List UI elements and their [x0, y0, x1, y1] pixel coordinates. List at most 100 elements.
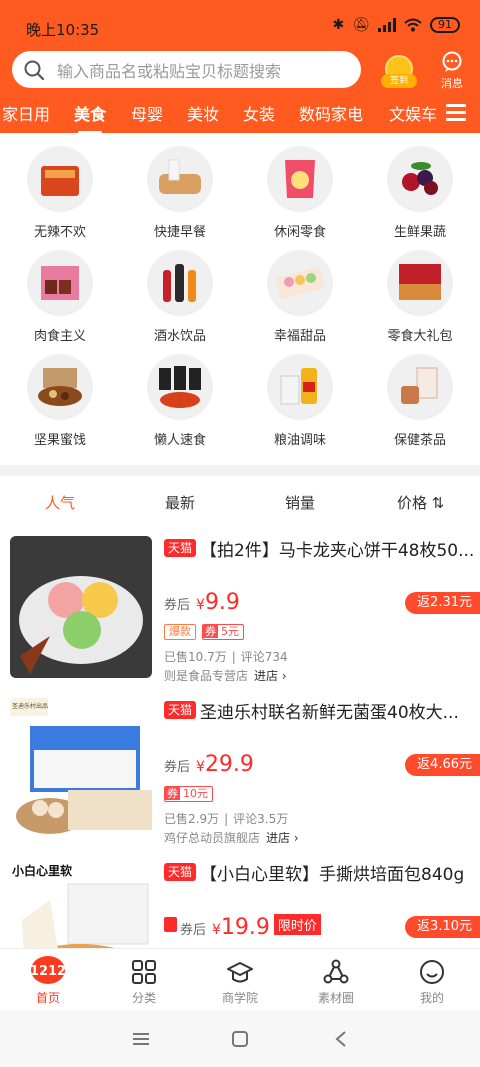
tmall-badge: 天猫 — [164, 539, 197, 557]
svg-text:1212: 1212 — [30, 964, 66, 979]
back-icon[interactable] — [335, 1031, 347, 1047]
app-header: 晚上10:35 ✱ 🔕︎ 91 输入商品名或粘贴宝贝标题搜索 签到 消息 家日用… — [0, 0, 480, 134]
product-title: 【拍2件】马卡龙夹心饼干48枚50... — [200, 541, 475, 561]
coupon-tag-label: 券 — [203, 625, 218, 638]
status-icons: ✱ 🔕︎ 91 — [332, 17, 460, 33]
enter-shop-link[interactable]: 进店 › — [254, 669, 287, 683]
shop-name: 则是食品专营店 — [164, 669, 249, 683]
tab-baby[interactable]: 母婴 — [131, 101, 163, 125]
nav-label: 商学院 — [221, 991, 258, 1005]
bottom-nav: 1212 首页 分类 商学院 素材圈 我的 — [0, 948, 480, 1010]
tab-womens[interactable]: 女装 — [243, 101, 275, 125]
shop-row: 鸡仔总动员旗舰店 进店 › — [164, 829, 299, 846]
category-gift-pack[interactable]: 零食大礼包 — [360, 250, 480, 344]
tab-label: 美妆 — [187, 105, 220, 124]
smiley-icon — [384, 949, 480, 985]
nuts-icon — [27, 354, 93, 420]
nav-home[interactable]: 1212 首页 — [0, 949, 96, 1006]
tab-label: 母婴 — [131, 105, 164, 124]
price-row: 券后 ¥19.9 限时价 — [180, 914, 321, 940]
category-meat[interactable]: 肉食主义 — [0, 250, 120, 344]
product-stats: 已售2.9万 | 评论3.5万 — [164, 812, 289, 826]
category-label: 懒人速食 — [153, 433, 206, 448]
sort-price[interactable]: 价格 ⇅ — [397, 492, 444, 513]
coupon-tag[interactable]: 券 5元 — [202, 624, 244, 640]
rice-oil-icon — [267, 354, 333, 420]
category-spicy[interactable]: 无辣不欢 — [0, 146, 120, 240]
tab-label: 美食 — [74, 105, 107, 124]
nav-profile[interactable]: 我的 — [384, 949, 480, 1006]
category-tabs: 家日用 美食 母婴 美妆 女装 数码家电 文娱车 — [0, 96, 480, 134]
search-input[interactable]: 输入商品名或粘贴宝贝标题搜索 — [12, 51, 361, 88]
signin-button[interactable]: 签到 — [381, 55, 417, 91]
graduation-cap-icon — [192, 949, 288, 985]
nav-label: 分类 — [131, 991, 156, 1005]
category-drinks[interactable]: 酒水饮品 — [120, 250, 240, 344]
brand-logo-text: 圣迪乐村出品 — [12, 703, 49, 710]
tab-digital[interactable]: 数码家电 — [299, 101, 363, 125]
instant-food-icon — [147, 354, 213, 420]
nav-label: 首页 — [35, 991, 60, 1005]
home-1212-icon: 1212 — [0, 949, 96, 985]
category-label: 粮油调味 — [273, 433, 326, 448]
coupon-value: 10元 — [183, 787, 208, 800]
category-nuts[interactable]: 坚果蜜饯 — [0, 354, 120, 448]
wifi-icon — [404, 18, 422, 32]
coupon-after-label: 券后 — [164, 760, 191, 775]
sort-newest[interactable]: 最新 — [165, 492, 195, 513]
nav-category[interactable]: 分类 — [96, 949, 192, 1006]
berries-icon — [387, 146, 453, 212]
share-network-icon — [288, 949, 384, 985]
category-label: 生鲜果蔬 — [393, 225, 446, 240]
category-breakfast[interactable]: 快捷早餐 — [120, 146, 240, 240]
category-snacks[interactable]: 休闲零食 — [240, 146, 360, 240]
message-button[interactable]: 消息 — [435, 51, 469, 91]
category-desserts[interactable]: 幸福甜品 — [240, 250, 360, 344]
bluetooth-icon: ✱ — [332, 17, 345, 33]
enter-shop-link[interactable]: 进店 › — [266, 831, 299, 845]
sort-bar: 人气 最新 销量 价格 ⇅ — [0, 476, 480, 526]
shop-row: 则是食品专营店 进店 › — [164, 667, 287, 684]
category-grain-oil[interactable]: 粮油调味 — [240, 354, 360, 448]
product-card[interactable]: 天猫 【拍2件】马卡龙夹心饼干48枚50... 券后 ¥9.9 返2.31元 爆款… — [0, 526, 480, 688]
battery-icon: 91 — [430, 17, 460, 33]
coupon-value: 5元 — [221, 625, 239, 638]
sort-popular[interactable]: 人气 — [45, 492, 75, 513]
category-label: 无辣不欢 — [33, 225, 86, 240]
category-label: 零食大礼包 — [387, 329, 453, 344]
product-title: 圣迪乐村联名新鲜无菌蛋40枚大... — [200, 703, 459, 723]
coupon-tag-label: 券 — [165, 787, 180, 800]
category-label: 保健茶品 — [393, 433, 446, 448]
tab-food[interactable]: 美食 — [74, 101, 107, 134]
tab-beauty[interactable]: 美妆 — [187, 101, 219, 125]
rebate-badge: 返2.31元 — [405, 592, 480, 614]
product-stats: 已售10.7万 | 评论734 — [164, 650, 288, 664]
hamburger-menu-icon[interactable] — [446, 104, 466, 122]
review-count: 评论734 — [240, 650, 288, 664]
search-icon — [24, 60, 45, 80]
category-label: 快捷早餐 — [153, 225, 206, 240]
tab-home-goods[interactable]: 家日用 — [2, 101, 50, 125]
product-card[interactable]: 小白心里软 天猫 【小白心里软】手撕烘培面包840g 券后 ¥19.9 限时价 返3… — [0, 850, 480, 948]
drinks-icon — [147, 250, 213, 316]
nav-academy[interactable]: 商学院 — [192, 949, 288, 1006]
sold-count: 已售2.9万 — [164, 812, 220, 826]
sort-sales[interactable]: 销量 — [285, 492, 315, 513]
nav-label: 素材圈 — [317, 991, 354, 1005]
shop-name: 鸡仔总动员旗舰店 — [164, 831, 261, 845]
coupon-after-label: 券后 — [180, 923, 207, 938]
product-tags: 爆款 券 5元 — [164, 624, 244, 640]
home-button-icon[interactable] — [232, 1031, 248, 1047]
category-instant[interactable]: 懒人速食 — [120, 354, 240, 448]
chips-icon — [267, 146, 333, 212]
category-tea[interactable]: 保健茶品 — [360, 354, 480, 448]
product-card[interactable]: 圣迪乐村出品 天猫 圣迪乐村联名新鲜无菌蛋40枚大... 券后 ¥29.9 返4.… — [0, 688, 480, 850]
tmall-badge: 天猫 — [164, 863, 197, 881]
category-fresh[interactable]: 生鲜果蔬 — [360, 146, 480, 240]
recents-icon[interactable] — [133, 1032, 149, 1046]
coupon-tag[interactable]: 券 10元 — [164, 786, 213, 802]
nav-materials[interactable]: 素材圈 — [288, 949, 384, 1006]
category-label: 幸福甜品 — [273, 329, 326, 344]
category-label: 坚果蜜饯 — [33, 433, 86, 448]
tab-entertainment[interactable]: 文娱车 — [389, 101, 437, 125]
